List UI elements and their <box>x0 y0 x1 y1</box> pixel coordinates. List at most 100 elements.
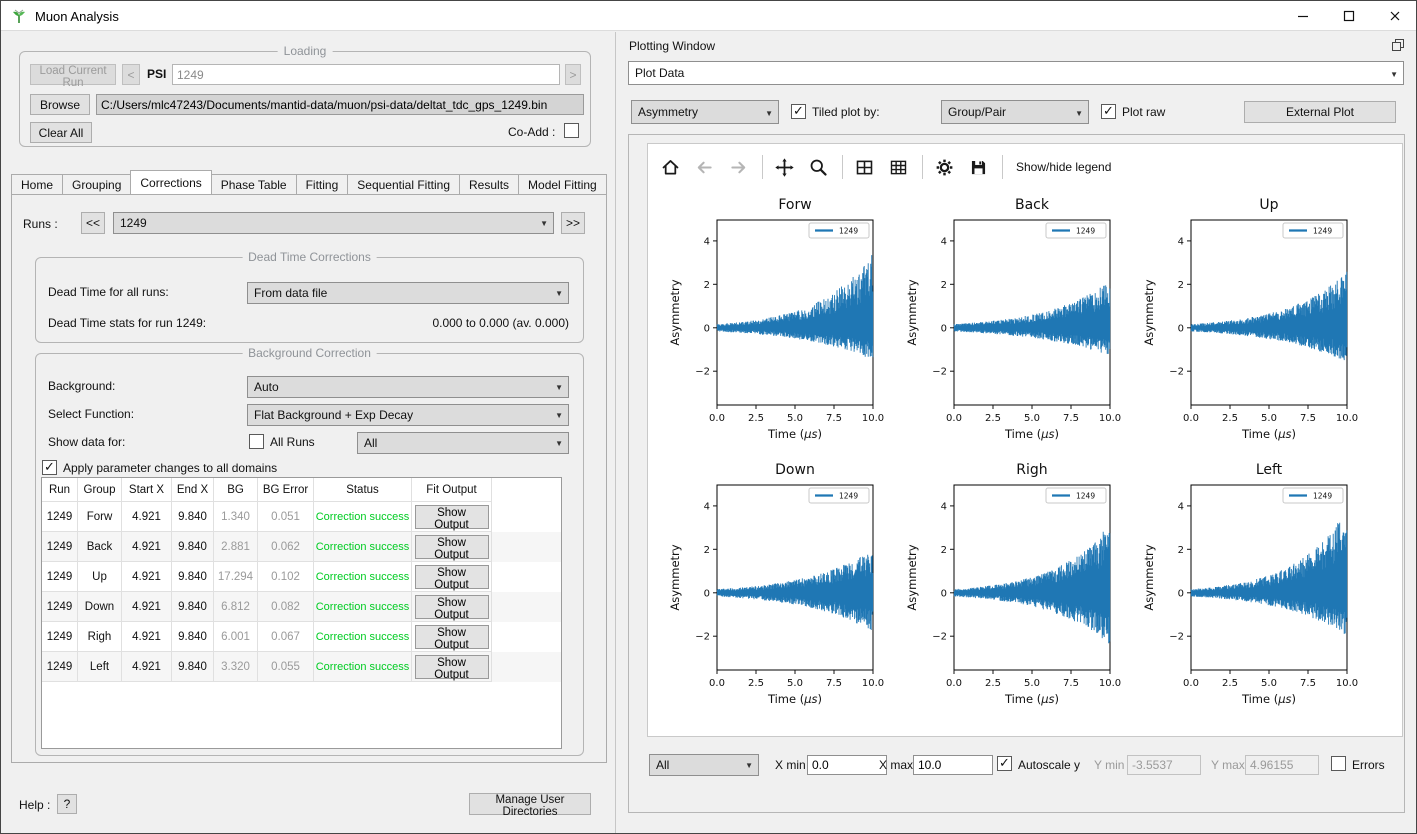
table-cell[interactable]: 1249 <box>42 502 78 532</box>
back-icon[interactable] <box>694 157 715 178</box>
xmax-input[interactable] <box>913 755 993 775</box>
column-header[interactable]: Status <box>314 478 412 502</box>
co-add-checkbox[interactable] <box>564 123 579 138</box>
column-header[interactable]: BG <box>214 478 258 502</box>
column-header[interactable]: Group <box>78 478 122 502</box>
table-cell[interactable]: 1249 <box>42 652 78 682</box>
table-cell[interactable]: 0.062 <box>258 532 314 562</box>
tab-fitting[interactable]: Fitting <box>297 174 349 195</box>
table-cell[interactable]: 1249 <box>42 622 78 652</box>
show-output-button[interactable]: Show Output <box>415 625 489 649</box>
tiled-plot-checkbox[interactable] <box>791 104 806 119</box>
show-output-button[interactable]: Show Output <box>415 655 489 679</box>
table-cell[interactable]: Back <box>78 532 122 562</box>
table-cell[interactable]: 9.840 <box>172 622 214 652</box>
table-cell[interactable]: Left <box>78 652 122 682</box>
table-cell[interactable]: 1249 <box>42 592 78 622</box>
minimize-button[interactable] <box>1280 1 1326 31</box>
column-header[interactable]: End X <box>172 478 214 502</box>
table-cell[interactable]: 1.340 <box>214 502 258 532</box>
tab-grouping[interactable]: Grouping <box>63 174 131 195</box>
select-function-combo[interactable]: Flat Background + Exp Decay ▼ <box>247 404 569 426</box>
external-plot-button[interactable]: External Plot <box>1244 101 1396 123</box>
all-runs-checkbox[interactable] <box>249 434 264 449</box>
table-cell[interactable]: Correction success <box>314 502 412 532</box>
column-header[interactable]: Start X <box>122 478 172 502</box>
table-cell[interactable]: 4.921 <box>122 502 172 532</box>
tab-phase-table[interactable]: Phase Table <box>212 174 297 195</box>
runs-combo[interactable]: 1249 ▼ <box>113 212 554 234</box>
apply-all-domains-checkbox[interactable] <box>42 460 57 475</box>
plot-type-combo[interactable]: Asymmetry ▼ <box>631 100 779 124</box>
title-bar[interactable]: Muon Analysis <box>1 1 1416 31</box>
show-output-button[interactable]: Show Output <box>415 595 489 619</box>
previous-run-button[interactable]: < <box>122 64 140 85</box>
table-cell[interactable]: 6.001 <box>214 622 258 652</box>
table-cell[interactable]: 0.051 <box>258 502 314 532</box>
table-cell[interactable]: 9.840 <box>172 592 214 622</box>
table-cell[interactable]: Correction success <box>314 592 412 622</box>
table-cell[interactable]: Forw <box>78 502 122 532</box>
table-cell[interactable]: Righ <box>78 622 122 652</box>
xmin-input[interactable] <box>807 755 887 775</box>
background-combo[interactable]: Auto ▼ <box>247 376 569 398</box>
figure-canvas[interactable]: Show/hide legend Forw420−20.02.55.07.510… <box>647 143 1403 737</box>
plot-data-combo[interactable]: Plot Data ▼ <box>628 61 1404 85</box>
manage-user-directories-button[interactable]: Manage User Directories <box>469 793 591 815</box>
table-cell[interactable]: Correction success <box>314 652 412 682</box>
plot-raw-checkbox[interactable] <box>1101 104 1116 119</box>
table-cell[interactable]: 1249 <box>42 532 78 562</box>
panel-splitter[interactable] <box>615 32 616 834</box>
plot-selector-combo[interactable]: All ▼ <box>649 754 759 776</box>
table-cell[interactable]: 4.921 <box>122 532 172 562</box>
customize-icon[interactable] <box>934 157 955 178</box>
table-cell[interactable]: Correction success <box>314 622 412 652</box>
plot-tile-down[interactable]: Down420−20.02.55.07.510.0AsymmetryTime (… <box>661 455 891 717</box>
ymin-input[interactable] <box>1127 755 1201 775</box>
home-icon[interactable] <box>660 157 681 178</box>
table-cell[interactable]: 4.921 <box>122 562 172 592</box>
show-data-combo[interactable]: All ▼ <box>357 432 569 454</box>
errors-checkbox[interactable] <box>1331 756 1346 771</box>
tile-by-combo[interactable]: Group/Pair ▼ <box>941 100 1089 124</box>
ymax-input[interactable] <box>1245 755 1319 775</box>
column-header[interactable]: BG Error <box>258 478 314 502</box>
runs-prev-button[interactable]: << <box>81 212 105 234</box>
float-dock-icon[interactable] <box>1391 38 1405 52</box>
tab-home[interactable]: Home <box>11 174 63 195</box>
table-cell[interactable]: 4.921 <box>122 622 172 652</box>
tiles-icon[interactable] <box>854 157 875 178</box>
zoom-icon[interactable] <box>808 157 829 178</box>
tab-corrections[interactable]: Corrections <box>130 170 211 195</box>
maximize-button[interactable] <box>1326 1 1372 31</box>
next-run-button[interactable]: > <box>565 64 581 85</box>
dead-time-combo[interactable]: From data file ▼ <box>247 282 569 304</box>
subplots-icon[interactable] <box>888 157 909 178</box>
plot-tile-righ[interactable]: Righ420−20.02.55.07.510.0AsymmetryTime (… <box>898 455 1128 717</box>
column-header[interactable]: Fit Output <box>412 478 492 502</box>
table-cell[interactable]: Down <box>78 592 122 622</box>
run-number-input[interactable] <box>172 64 560 85</box>
table-cell[interactable]: 9.840 <box>172 562 214 592</box>
legend-toggle-label[interactable]: Show/hide legend <box>1016 160 1111 174</box>
show-output-button[interactable]: Show Output <box>415 565 489 589</box>
runs-next-button[interactable]: >> <box>561 212 585 234</box>
table-cell[interactable]: 4.921 <box>122 592 172 622</box>
plot-tile-up[interactable]: Up420−20.02.55.07.510.0AsymmetryTime (μs… <box>1135 190 1365 452</box>
close-button[interactable] <box>1372 1 1417 31</box>
plot-tile-back[interactable]: Back420−20.02.55.07.510.0AsymmetryTime (… <box>898 190 1128 452</box>
tab-model-fitting[interactable]: Model Fitting <box>519 174 607 195</box>
plot-tile-left[interactable]: Left420−20.02.55.07.510.0AsymmetryTime (… <box>1135 455 1365 717</box>
table-cell[interactable]: 0.102 <box>258 562 314 592</box>
autoscale-y-checkbox[interactable] <box>997 756 1012 771</box>
table-cell[interactable]: 0.055 <box>258 652 314 682</box>
table-cell[interactable]: 17.294 <box>214 562 258 592</box>
clear-all-button[interactable]: Clear All <box>30 122 92 143</box>
file-path-field[interactable] <box>96 94 584 115</box>
column-header[interactable]: Run <box>42 478 78 502</box>
table-cell[interactable]: 2.881 <box>214 532 258 562</box>
table-cell[interactable]: 9.840 <box>172 502 214 532</box>
table-cell[interactable]: 6.812 <box>214 592 258 622</box>
table-cell[interactable]: 3.320 <box>214 652 258 682</box>
pan-icon[interactable] <box>774 157 795 178</box>
